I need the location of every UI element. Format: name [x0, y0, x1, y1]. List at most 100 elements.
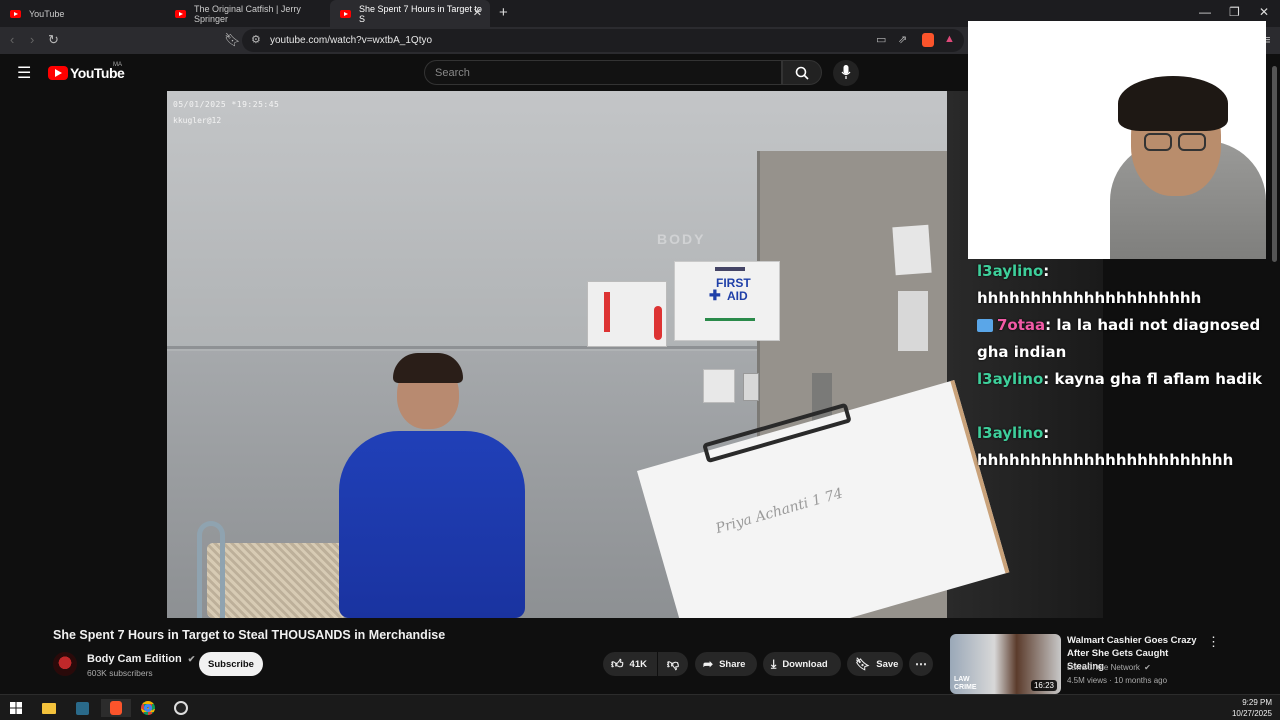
tab-label: YouTube: [29, 8, 65, 19]
bodycam-timestamp: 05/01/2025 *19:25:45: [173, 100, 280, 109]
save-button[interactable]: 🔖︎ Save: [847, 652, 903, 676]
browser-tab-youtube[interactable]: YouTube: [0, 0, 165, 27]
recommended-video-channel[interactable]: Law&Crime Network ✔: [1067, 663, 1151, 672]
more-vertical-icon[interactable]: ⋮: [1207, 634, 1220, 650]
light-switch: [743, 373, 759, 401]
youtube-logo-icon[interactable]: [48, 66, 68, 80]
download-label: Download: [782, 658, 828, 670]
recommended-channel-text: Law&Crime Network: [1067, 663, 1140, 672]
chat-message: 7otaa: la la hadi not diagnosed gha indi…: [977, 316, 1261, 361]
thermostat: [703, 369, 735, 403]
share-label: Share: [719, 658, 746, 670]
back-icon[interactable]: ‹: [10, 32, 14, 47]
close-tab-icon[interactable]: ✕: [473, 6, 482, 19]
subscribe-button[interactable]: Subscribe: [199, 652, 263, 676]
video-player[interactable]: ✚ FIRST AID Priya Achanti 1 74 05/01/202…: [167, 91, 1103, 618]
whiteboard: Priya Achanti 1 74: [637, 380, 1010, 618]
new-tab-button[interactable]: +: [499, 4, 508, 21]
brave-shields-icon[interactable]: [922, 33, 934, 47]
bodycam-officer-id: kkugler@12: [173, 116, 222, 125]
share-page-icon[interactable]: ⇗: [898, 33, 907, 46]
search-box[interactable]: Search: [424, 60, 782, 85]
first-aid-kit: ✚ FIRST AID: [674, 261, 780, 341]
download-icon: ⤓: [771, 656, 777, 671]
save-label: Save: [876, 658, 899, 670]
dislike-button[interactable]: 👎︎: [658, 652, 688, 676]
youtube-favicon-icon: [10, 9, 21, 18]
recommended-video-thumbnail[interactable]: LAW CRIME 16:23: [950, 634, 1061, 694]
chat-username: l3aylino: [977, 370, 1044, 388]
brave-rewards-icon[interactable]: ▲: [944, 33, 955, 45]
more-horizontal-icon: ⋯: [915, 657, 927, 671]
url-text: youtube.com/watch?v=wxtbA_1Qtyo: [270, 35, 433, 46]
windows-taskbar: 9:29 PM 10/27/2025: [0, 694, 1280, 720]
close-window-icon[interactable]: ✕: [1259, 5, 1269, 19]
clock-date: 10/27/2025: [1231, 709, 1272, 718]
share-icon: ➦: [703, 657, 714, 671]
hamburger-menu-icon[interactable]: ☰: [17, 63, 31, 83]
search-input[interactable]: Search: [435, 67, 470, 79]
save-icon: 🔖︎: [855, 657, 871, 671]
share-button[interactable]: ➦ Share: [695, 652, 757, 676]
search-icon: [795, 66, 809, 80]
windows-start-icon[interactable]: [7, 699, 25, 717]
like-button[interactable]: 👍︎ 41K: [603, 652, 657, 676]
thumbs-up-icon: 👍︎: [611, 656, 624, 671]
whiteboard-text: Priya Achanti 1 74: [713, 485, 845, 538]
voice-search-button[interactable]: [833, 60, 859, 86]
youtube-favicon-icon: [340, 9, 351, 18]
webcam-person-hair: [1118, 76, 1228, 131]
aid-label: AID: [727, 289, 748, 303]
thumbs-down-icon: 👎︎: [666, 656, 680, 671]
chat-username: l3aylino: [977, 262, 1044, 280]
chat-badge-icon: [977, 319, 993, 332]
door-notice: [892, 224, 932, 276]
cast-icon[interactable]: ▭: [876, 33, 886, 46]
glasses-left: [1144, 133, 1172, 151]
verified-icon: ✔: [1144, 663, 1151, 672]
reload-icon[interactable]: ↻: [48, 32, 59, 48]
wall-rail: [167, 346, 787, 349]
subscriber-count: 603K subscribers: [87, 668, 153, 678]
bookmark-icon[interactable]: 🔖︎: [224, 32, 241, 48]
browser-tab-catfish[interactable]: The Original Catfish | Jerry Springer: [165, 0, 330, 27]
chat-username: l3aylino: [977, 424, 1044, 442]
brave-browser-icon[interactable]: [101, 699, 131, 717]
glasses-right: [1178, 133, 1206, 151]
like-count: 41K: [629, 658, 647, 670]
page-scrollbar[interactable]: [1272, 66, 1277, 262]
door-notice-2: [898, 291, 928, 351]
download-button[interactable]: ⤓ Download: [763, 652, 841, 676]
video-title: She Spent 7 Hours in Target to Steal THO…: [53, 628, 446, 642]
browser-tab-active[interactable]: She Spent 7 Hours in Target to S ✕: [330, 0, 490, 27]
system-clock[interactable]: 9:29 PM 10/27/2025: [1232, 697, 1272, 719]
forward-icon[interactable]: ›: [30, 32, 34, 47]
wall-binder: [587, 281, 667, 347]
app-icon[interactable]: [73, 699, 91, 717]
clock-time: 9:29 PM: [1242, 698, 1272, 707]
youtube-favicon-icon: [175, 9, 186, 18]
address-bar[interactable]: ⚙ youtube.com/watch?v=wxtbA_1Qtyo ▭ ⇗ ▲: [242, 29, 964, 52]
chat-text: kayna gha fl aflam hadik: [1054, 370, 1262, 388]
microphone-icon: [841, 65, 851, 79]
chat-overlay: l3aylino: hhhhhhhhhhhhhhhhhhhhh 7otaa: l…: [968, 259, 1280, 618]
video-duration: 16:23: [1030, 680, 1057, 691]
person-head: [393, 353, 463, 429]
more-actions-button[interactable]: ⋯: [909, 652, 933, 676]
chrome-icon[interactable]: [139, 699, 157, 717]
channel-name[interactable]: Body Cam Edition ✔: [87, 653, 195, 665]
chat-message: l3aylino: hhhhhhhhhhhhhhhhhhhhh: [977, 262, 1202, 307]
chat-text: hhhhhhhhhhhhhhhhhhhhhhhh: [977, 451, 1234, 469]
minimize-icon[interactable]: —: [1199, 5, 1211, 19]
channel-watermark: BODY: [657, 231, 706, 247]
person-body: [339, 431, 525, 618]
chat-text: hhhhhhhhhhhhhhhhhhhhh: [977, 289, 1202, 307]
restore-icon[interactable]: ❐: [1229, 5, 1240, 19]
file-explorer-icon[interactable]: [40, 699, 58, 717]
site-info-icon[interactable]: ⚙: [251, 33, 261, 46]
streamer-webcam: [968, 21, 1266, 259]
channel-avatar[interactable]: [53, 652, 77, 676]
search-button[interactable]: [782, 60, 822, 85]
obs-icon[interactable]: [172, 699, 190, 717]
bench: [207, 543, 347, 618]
